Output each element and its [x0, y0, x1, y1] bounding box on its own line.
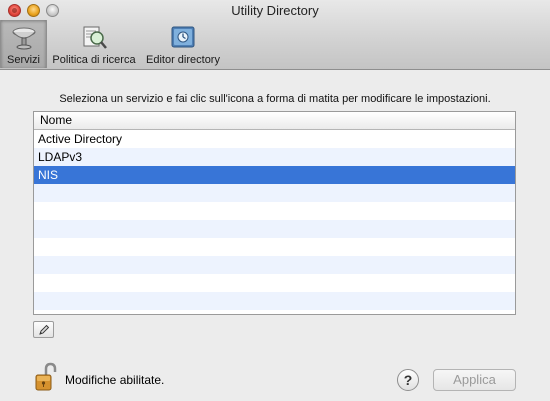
toolbar-item-directory-editor[interactable]: Editor directory [141, 20, 225, 68]
table-row [34, 220, 515, 238]
toolbar-item-label: Politica di ricerca [52, 54, 136, 66]
table-row[interactable]: LDAPv3 [34, 148, 515, 166]
services-icon [12, 27, 35, 50]
table-row[interactable]: Active Directory [34, 130, 515, 148]
search-policy-icon [83, 26, 107, 49]
table-row [34, 274, 515, 292]
table-body: Active Directory LDAPv3 NIS [34, 130, 515, 314]
table-row [34, 256, 515, 274]
pencil-icon [39, 324, 50, 335]
column-header-name[interactable]: Nome [34, 112, 515, 130]
unlocked-padlock-icon[interactable] [34, 362, 58, 392]
directory-editor-icon [171, 26, 195, 48]
utility-directory-window: Utility Directory Servizi Politica di ri… [0, 0, 550, 401]
lock-status-label: Modifiche abilitate. [65, 373, 165, 387]
table-row [34, 202, 515, 220]
instruction-text: Seleziona un servizio e fai clic sull'ic… [59, 93, 491, 105]
toolbar-item-search-policy[interactable]: Politica di ricerca [50, 20, 138, 68]
edit-service-button[interactable] [33, 321, 54, 338]
table-row-selected[interactable]: NIS [34, 166, 515, 184]
services-table[interactable]: Nome Active Directory LDAPv3 NIS [33, 111, 516, 315]
apply-button[interactable]: Applica [433, 369, 516, 391]
title-toolbar-bar: Utility Directory Servizi Politica di ri… [0, 0, 550, 70]
help-button[interactable]: ? [397, 369, 419, 391]
toolbar-item-label: Servizi [6, 54, 40, 66]
table-row [34, 184, 515, 202]
table-row [34, 238, 515, 256]
window-title: Utility Directory [231, 3, 319, 18]
toolbar-item-services[interactable]: Servizi [0, 20, 47, 68]
table-row [34, 292, 515, 310]
toolbar-item-label: Editor directory [146, 54, 220, 66]
